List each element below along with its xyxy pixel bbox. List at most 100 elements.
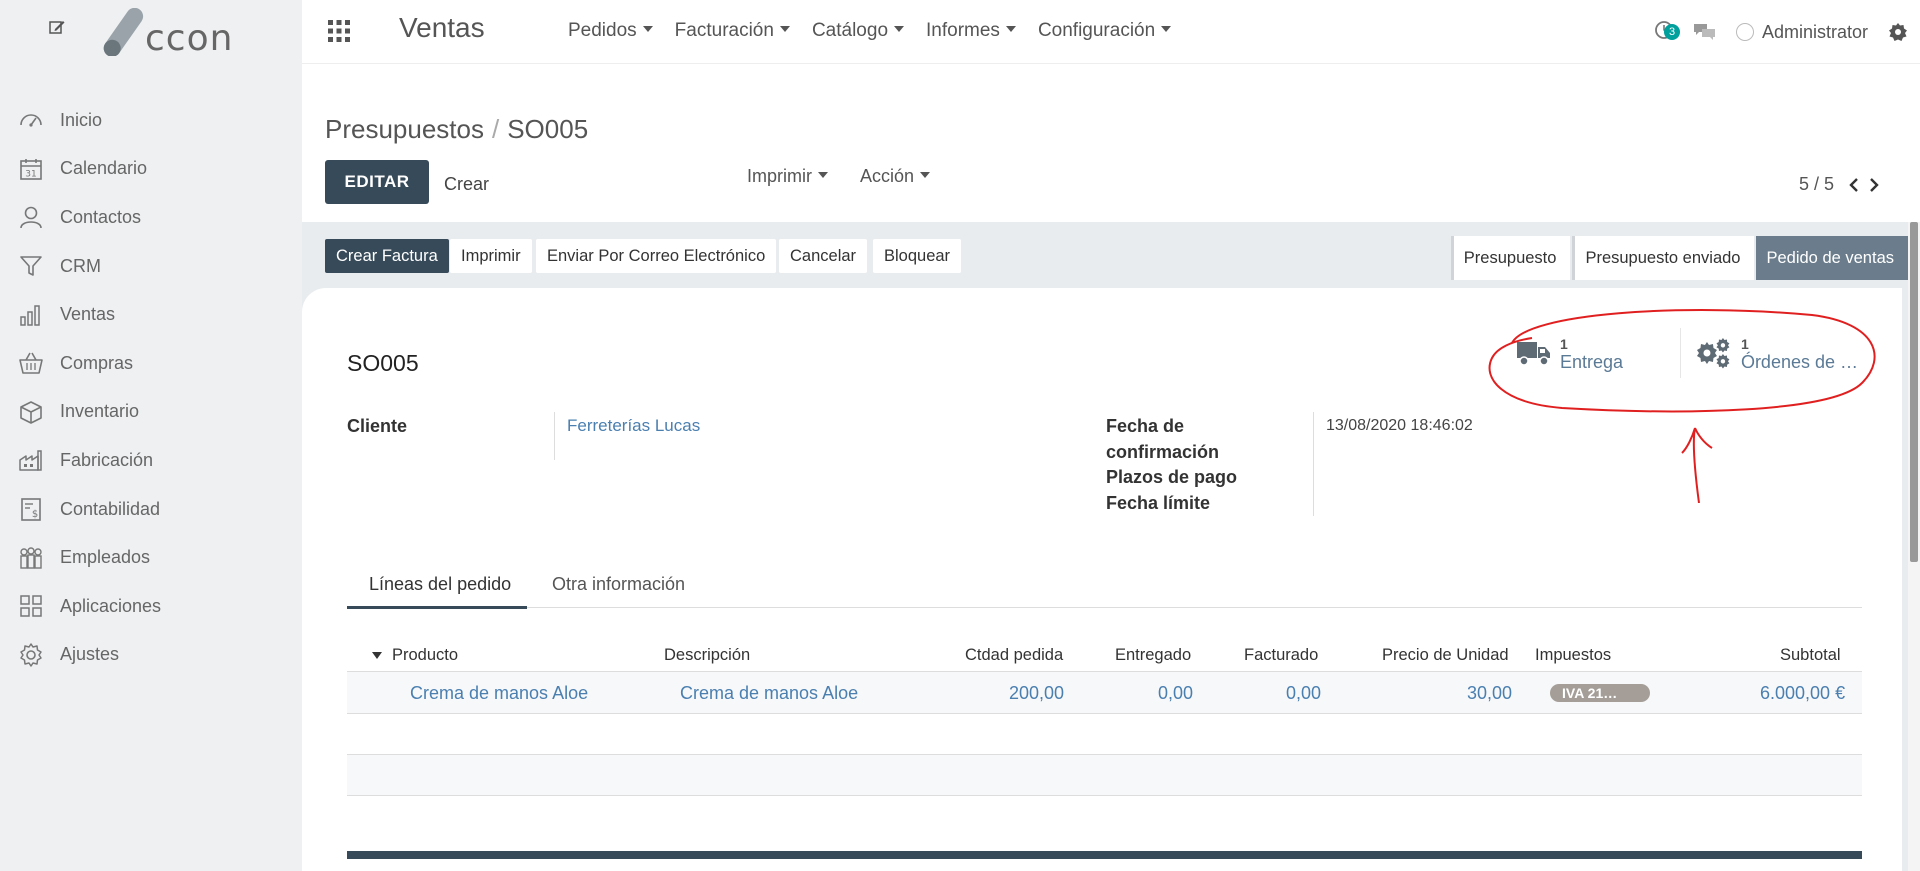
logo-row: ccon	[0, 0, 302, 64]
col-invoiced[interactable]: Facturado	[1244, 646, 1318, 665]
sidebar-item-label: Contabilidad	[60, 498, 161, 519]
chevron-left-icon[interactable]	[1848, 177, 1860, 193]
menu-informes[interactable]: Informes	[926, 20, 1016, 42]
basket-icon	[19, 352, 43, 375]
caret-down-icon	[642, 25, 653, 32]
cell-subtotal[interactable]: 6.000,00 €	[1760, 683, 1845, 704]
topbar: Ventas Pedidos Facturación Catálogo Info…	[302, 0, 1920, 64]
create-button[interactable]: Crear	[444, 174, 489, 195]
col-subtotal[interactable]: Subtotal	[1780, 646, 1841, 665]
control-panel: Presupuestos / SO005 EDITAR Crear Imprimir…	[302, 64, 1920, 222]
tab-order-lines[interactable]: Líneas del pedido	[369, 574, 511, 595]
cell-description[interactable]: Crema de manos Aloe	[680, 683, 858, 704]
chat-icon[interactable]	[1692, 21, 1718, 43]
tax-tag[interactable]: IVA 21…	[1550, 684, 1650, 702]
apps-menu-icon[interactable]	[327, 19, 351, 43]
chevron-right-icon[interactable]	[1868, 177, 1880, 193]
menu-configuracion[interactable]: Configuración	[1037, 20, 1172, 42]
col-qty-ordered[interactable]: Ctdad pedida	[965, 646, 1063, 665]
create-invoice-button[interactable]: Crear Factura	[325, 239, 449, 273]
sidebar-item-label: Compras	[60, 352, 134, 373]
client-link[interactable]: Ferreterías Lucas	[567, 416, 700, 436]
sidebar-item-fabricacion[interactable]: Fabricación	[0, 436, 302, 485]
action-label: Acción	[860, 166, 915, 186]
sidebar-item-crm[interactable]: CRM	[0, 242, 302, 291]
sidebar-item-inventario[interactable]: Inventario	[0, 388, 302, 437]
settings-gear-icon[interactable]	[1888, 22, 1908, 42]
confirmation-date-value: 13/08/2020 18:46:02	[1326, 417, 1473, 434]
caret-down-icon[interactable]	[372, 652, 382, 660]
print-button[interactable]: Imprimir	[450, 239, 532, 273]
sidebar-item-contactos[interactable]: Contactos	[0, 193, 302, 242]
caret-down-icon	[818, 172, 828, 179]
print-label: Imprimir	[747, 166, 812, 186]
tab-other-info[interactable]: Otra información	[552, 574, 685, 595]
sidebar-item-aplicaciones[interactable]: Aplicaciones	[0, 582, 302, 631]
cell-qty-ordered[interactable]: 200,00	[1009, 683, 1064, 704]
svg-text:$: $	[32, 509, 38, 520]
sidebar-item-label: Empleados	[60, 547, 151, 568]
menu-label: Pedidos	[568, 20, 637, 41]
apps-grid-icon	[20, 595, 42, 617]
scrollbar[interactable]	[1908, 222, 1920, 871]
box-icon	[20, 401, 42, 424]
status-bar: Crear Factura Imprimir Enviar Por Correo…	[302, 222, 1908, 288]
activity-button[interactable]: 3	[1654, 20, 1681, 44]
send-email-button[interactable]: Enviar Por Correo Electrónico	[536, 239, 777, 273]
sidebar-item-ajustes[interactable]: Ajustes	[0, 631, 302, 680]
notebook-tabs: Líneas del pedido Otra información	[347, 566, 1862, 609]
manufacturing-orders-smart-button[interactable]: 1 Órdenes de …	[1681, 328, 1858, 378]
col-delivered[interactable]: Entregado	[1115, 646, 1191, 665]
sidebar-item-ventas[interactable]: Ventas	[0, 290, 302, 339]
user-name: Administrator	[1761, 21, 1868, 42]
divider	[554, 412, 555, 460]
caret-down-icon	[894, 25, 905, 32]
col-taxes[interactable]: Impuestos	[1535, 646, 1611, 665]
sidebar-item-label: Contactos	[60, 206, 142, 227]
edit-button[interactable]: EDITAR	[325, 160, 429, 204]
col-description[interactable]: Descripción	[664, 646, 750, 665]
print-dropdown[interactable]: Imprimir	[747, 166, 828, 187]
cell-delivered[interactable]: 0,00	[1158, 683, 1193, 704]
col-product[interactable]: Producto	[392, 646, 458, 665]
cancel-button[interactable]: Cancelar	[779, 239, 868, 273]
lock-button[interactable]: Bloquear	[873, 239, 962, 273]
menu-facturacion[interactable]: Facturación	[675, 20, 790, 42]
stage-quotation[interactable]: Presupuesto	[1450, 236, 1571, 280]
logo-text: ccon	[145, 18, 234, 59]
user-menu[interactable]: Administrator	[1735, 21, 1868, 43]
menu-label: Catálogo	[811, 20, 889, 41]
sidebar-item-label: Ventas	[60, 304, 116, 325]
edit-icon[interactable]	[48, 18, 66, 36]
stage-quotation-sent[interactable]: Presupuesto enviado	[1572, 236, 1755, 280]
systray: 3 Administrator	[1654, 18, 1920, 46]
sidebar-item-empleados[interactable]: Empleados	[0, 533, 302, 582]
sidebar-item-inicio[interactable]: Inicio	[0, 96, 302, 145]
truck-icon	[1517, 342, 1550, 366]
sidebar-item-compras[interactable]: Compras	[0, 339, 302, 388]
menu-pedidos[interactable]: Pedidos	[568, 20, 653, 42]
caret-down-icon	[779, 25, 790, 32]
menu-catalogo[interactable]: Catálogo	[811, 20, 905, 42]
menu-label: Configuración	[1037, 20, 1156, 41]
sidebar: ccon Inicio 31 Calendario Contactos CRM …	[0, 0, 302, 871]
user-icon	[20, 207, 42, 229]
breadcrumb: Presupuestos / SO005	[325, 114, 588, 145]
stage-sales-order[interactable]: Pedido de ventas	[1756, 236, 1908, 280]
table-row[interactable]: Crema de manos Aloe Crema de manos Aloe …	[347, 672, 1862, 714]
breadcrumb-parent[interactable]: Presupuestos	[325, 114, 484, 144]
action-dropdown[interactable]: Acción	[860, 166, 931, 187]
logo[interactable]: ccon	[93, 7, 273, 59]
col-unit-price[interactable]: Precio de Unidad	[1382, 646, 1509, 665]
caret-down-icon	[1005, 25, 1016, 32]
gear-icon	[20, 643, 42, 667]
sidebar-item-calendario[interactable]: 31 Calendario	[0, 145, 302, 194]
cell-product[interactable]: Crema de manos Aloe	[410, 683, 588, 704]
cell-unit-price[interactable]: 30,00	[1467, 683, 1512, 704]
delivery-smart-button[interactable]: 1 Entrega	[1504, 328, 1681, 378]
scrollbar-thumb[interactable]	[1910, 222, 1918, 562]
sidebar-item-contabilidad[interactable]: $ Contabilidad	[0, 485, 302, 534]
cell-invoiced[interactable]: 0,00	[1286, 683, 1321, 704]
caret-down-icon	[920, 172, 931, 179]
pager-value[interactable]: 5 / 5	[1799, 174, 1834, 195]
